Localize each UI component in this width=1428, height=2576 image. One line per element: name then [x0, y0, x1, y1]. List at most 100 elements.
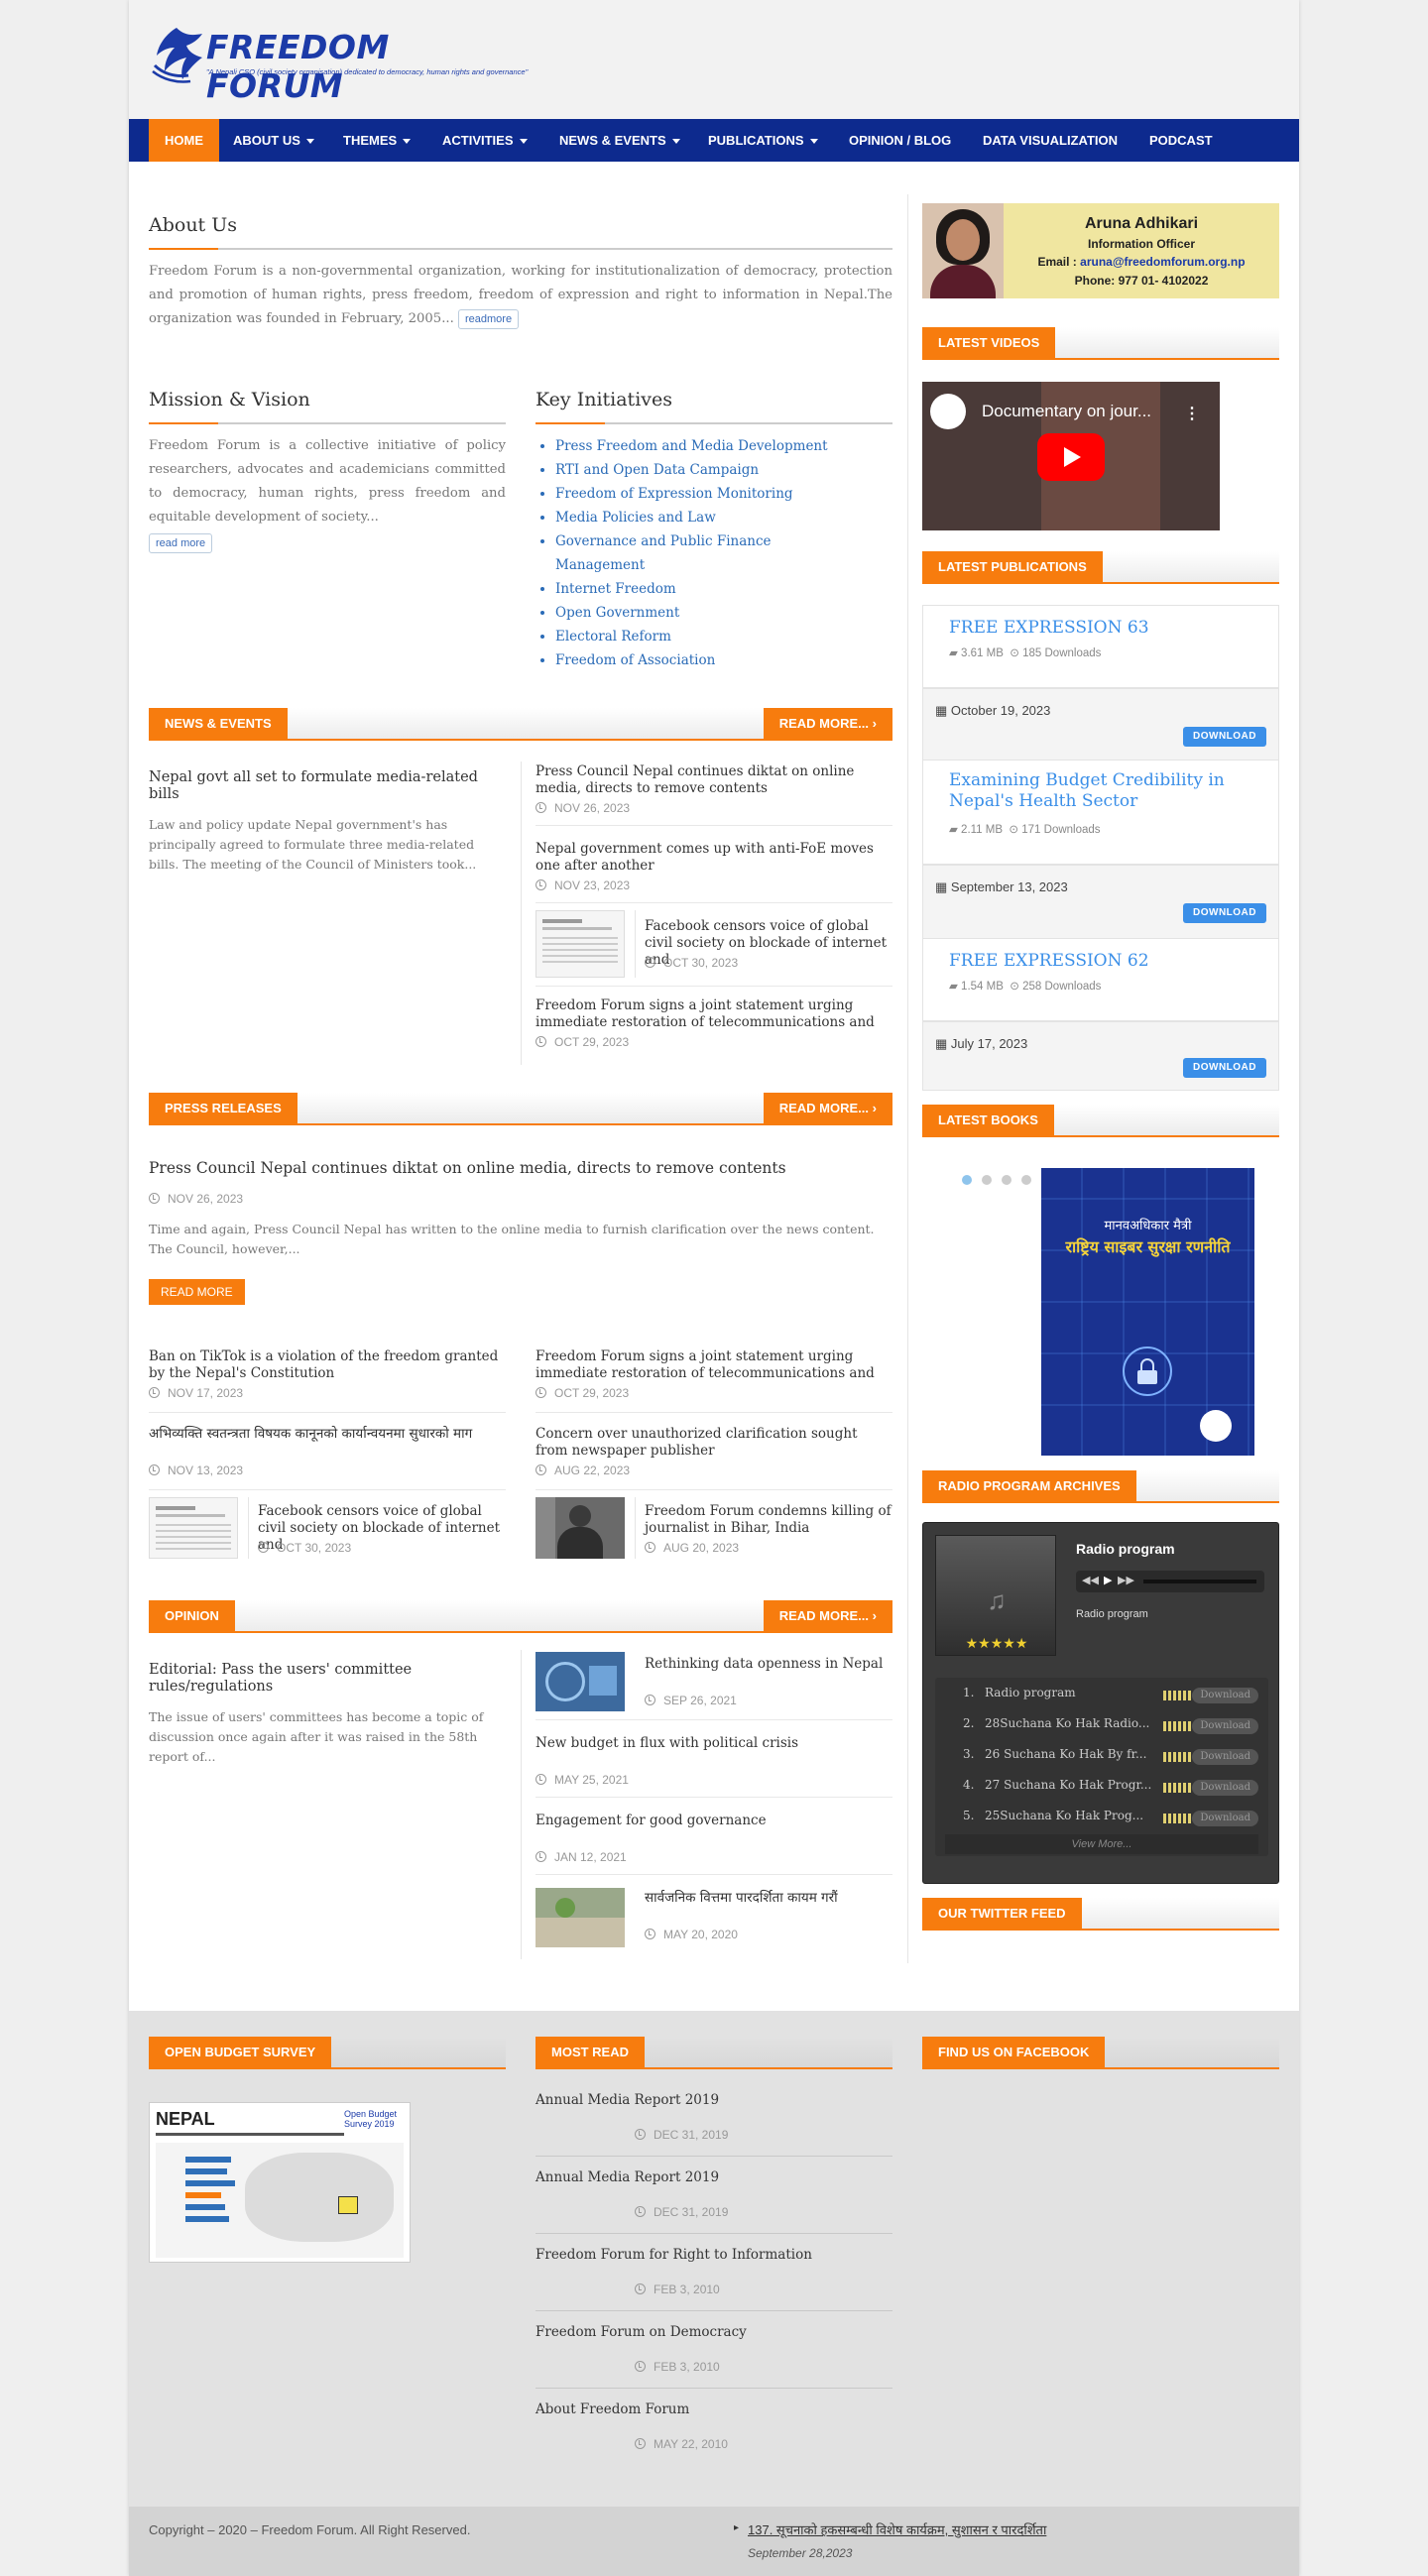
news-read-more-button[interactable]: READ MORE... › — [763, 708, 892, 740]
view-more-button[interactable]: View More... — [945, 1834, 1258, 1854]
press-read-more-small-button[interactable]: READ MORE — [149, 1279, 245, 1305]
press-item-title[interactable]: Freedom Forum condemns killing of journa… — [645, 1503, 892, 1537]
divider — [536, 825, 892, 826]
nav-data-visualization[interactable]: DATA VISUALIZATION — [983, 119, 1118, 162]
initiative-item[interactable]: Open Government — [555, 601, 833, 625]
clock-icon — [536, 1464, 546, 1475]
caret-down-icon — [305, 139, 314, 145]
news-item-date: NOV 26, 2023 — [536, 801, 630, 815]
nav-themes[interactable]: THEMES — [343, 119, 412, 162]
video-player[interactable]: Documentary on jour... ⋮ — [922, 382, 1220, 530]
press-item-thumbnail[interactable] — [149, 1497, 238, 1559]
carousel-dot[interactable] — [962, 1175, 972, 1185]
track-download-button[interactable]: Download — [1192, 1780, 1258, 1796]
press-item-title[interactable]: Freedom Forum signs a joint statement ur… — [536, 1348, 892, 1382]
lock-shackle — [1140, 1358, 1154, 1370]
download-button[interactable]: DOWNLOAD — [1183, 1058, 1266, 1078]
caret-down-icon — [671, 139, 680, 145]
track-row[interactable]: 5. 25Suchana Ko Hak Prog... Download — [949, 1809, 1266, 1830]
calendar-icon: ▦ — [935, 703, 951, 718]
initiative-item[interactable]: Electoral Reform — [555, 625, 833, 648]
rating-stars[interactable]: ★★★★★ — [936, 1635, 1057, 1652]
press-read-more-button[interactable]: READ MORE... › — [763, 1093, 892, 1124]
site-logo[interactable]: FREEDOM FORUM "A Nepali CSO (civil socie… — [149, 22, 528, 105]
play-icon[interactable]: ▶ — [1104, 1574, 1112, 1586]
track-download-button[interactable]: Download — [1192, 1688, 1258, 1703]
clock-icon — [635, 2129, 646, 2140]
most-read-title[interactable]: Annual Media Report 2019 — [536, 2169, 892, 2186]
opinion-item-thumbnail[interactable] — [536, 1888, 625, 1947]
carousel-dot[interactable] — [1002, 1175, 1012, 1185]
track-row[interactable]: 4. 27 Suchana Ko Hak Progr... Download — [949, 1778, 1266, 1800]
clock-icon — [635, 2438, 646, 2449]
carousel-dot[interactable] — [1021, 1175, 1031, 1185]
opinion-item-title[interactable]: Rethinking data openness in Nepal — [645, 1656, 892, 1673]
publications-label: LATEST PUBLICATIONS — [922, 551, 1103, 583]
opinion-read-more-button[interactable]: READ MORE... › — [763, 1600, 892, 1632]
initiative-item[interactable]: Media Policies and Law — [555, 506, 833, 529]
nav-activities[interactable]: ACTIVITIES — [442, 119, 528, 162]
opinion-item-title[interactable]: सार्वजनिक वित्तमा पारदर्शिता कायम गरौं — [645, 1890, 892, 1907]
news-item-thumbnail[interactable] — [536, 910, 625, 978]
most-read-title[interactable]: Annual Media Report 2019 — [536, 2092, 892, 2109]
opinion-item-title[interactable]: Engagement for good governance — [536, 1813, 892, 1829]
publication-title[interactable]: FREE EXPRESSION 63 — [949, 618, 1266, 639]
initiative-item[interactable]: Internet Freedom — [555, 577, 833, 601]
youtube-play-button[interactable] — [1037, 433, 1105, 481]
most-read-title[interactable]: Freedom Forum for Right to Information — [536, 2247, 892, 2264]
initiative-item[interactable]: Freedom of Expression Monitoring — [555, 482, 833, 506]
book-cover[interactable]: मानवअधिकार मैत्री राष्ट्रिय साइबर सुरक्ष… — [1041, 1168, 1254, 1456]
forward-icon[interactable]: ▶▶ — [1118, 1574, 1134, 1586]
nav-publications[interactable]: PUBLICATIONS — [708, 119, 818, 162]
track-row[interactable]: 1. Radio program Download — [949, 1686, 1266, 1707]
download-button[interactable]: DOWNLOAD — [1183, 903, 1266, 923]
initiative-item[interactable]: RTI and Open Data Campaign — [555, 458, 833, 482]
track-row[interactable]: 2. 28Suchana Ko Hak Radio... Download — [949, 1716, 1266, 1738]
opinion-featured-title[interactable]: Editorial: Pass the users' committee rul… — [149, 1662, 506, 1696]
press-item-title[interactable]: Ban on TikTok is a violation of the free… — [149, 1348, 506, 1382]
initiative-item[interactable]: Press Freedom and Media Development — [555, 434, 833, 458]
progress-bar[interactable] — [1143, 1580, 1256, 1583]
nav-news-events[interactable]: NEWS & EVENTS — [559, 119, 680, 162]
initiative-item[interactable]: Governance and Public Finance Management — [555, 529, 833, 577]
initiative-item[interactable]: Freedom of Association — [555, 648, 833, 672]
press-featured-title[interactable]: Press Council Nepal continues diktat on … — [149, 1160, 892, 1177]
date-text: NOV 13, 2023 — [168, 1464, 244, 1477]
download-button[interactable]: DOWNLOAD — [1183, 727, 1266, 747]
clock-icon — [645, 1542, 655, 1553]
ticker-title-link[interactable]: 137. सूचनाको हकसम्बन्धी विशेष कार्यक्रम,… — [748, 2520, 1046, 2538]
press-item-title[interactable]: Concern over unauthorized clarification … — [536, 1426, 892, 1460]
ticker-arrow-icon: ▸ — [734, 2522, 740, 2533]
nav-podcast[interactable]: PODCAST — [1149, 119, 1213, 162]
carousel-dot[interactable] — [982, 1175, 992, 1185]
news-featured-title[interactable]: Nepal govt all set to formulate media-re… — [149, 769, 506, 803]
track-download-button[interactable]: Download — [1192, 1718, 1258, 1734]
news-item-title[interactable]: Freedom Forum signs a joint statement ur… — [536, 997, 892, 1031]
most-read-title[interactable]: About Freedom Forum — [536, 2401, 892, 2418]
mission-readmore-button[interactable]: read more — [149, 533, 213, 553]
nav-opinion-blog[interactable]: OPINION / BLOG — [849, 119, 951, 162]
about-readmore-button[interactable]: readmore — [457, 309, 520, 329]
rewind-icon[interactable]: ◀◀ — [1082, 1574, 1099, 1586]
most-read-title[interactable]: Freedom Forum on Democracy — [536, 2324, 892, 2341]
lock-icon — [1123, 1347, 1172, 1396]
download-count-icon: ⊙ — [1010, 981, 1023, 993]
email-link[interactable]: aruna@freedomforum.org.np — [1080, 255, 1245, 269]
video-menu-icon[interactable]: ⋮ — [1184, 404, 1200, 423]
nav-about-us[interactable]: ABOUT US — [233, 119, 314, 162]
track-download-button[interactable]: Download — [1192, 1811, 1258, 1826]
nav-home[interactable]: HOME — [149, 119, 219, 162]
opinion-item-title[interactable]: New budget in flux with political crisis — [536, 1735, 892, 1752]
open-budget-survey-image[interactable]: NEPAL Open Budget Survey 2019 — [149, 2102, 411, 2263]
news-item-title[interactable]: Press Council Nepal continues diktat on … — [536, 763, 892, 797]
publication-title[interactable]: FREE EXPRESSION 62 — [949, 951, 1266, 972]
clock-icon — [536, 1036, 546, 1047]
press-item-title[interactable]: अभिव्यक्ति स्वतन्त्रता विषयक कानूनको कार… — [149, 1426, 506, 1443]
publication-title[interactable]: Examining Budget Credibility in Nepal's … — [949, 770, 1266, 812]
news-item-title[interactable]: Nepal government comes up with anti-FoE … — [536, 841, 892, 875]
press-item-thumbnail[interactable] — [536, 1497, 625, 1559]
track-download-button[interactable]: Download — [1192, 1749, 1258, 1765]
track-row[interactable]: 3. 26 Suchana Ko Hak By fr... Download — [949, 1747, 1266, 1769]
news-label: NEWS & EVENTS — [149, 708, 288, 740]
opinion-item-thumbnail[interactable] — [536, 1652, 625, 1711]
